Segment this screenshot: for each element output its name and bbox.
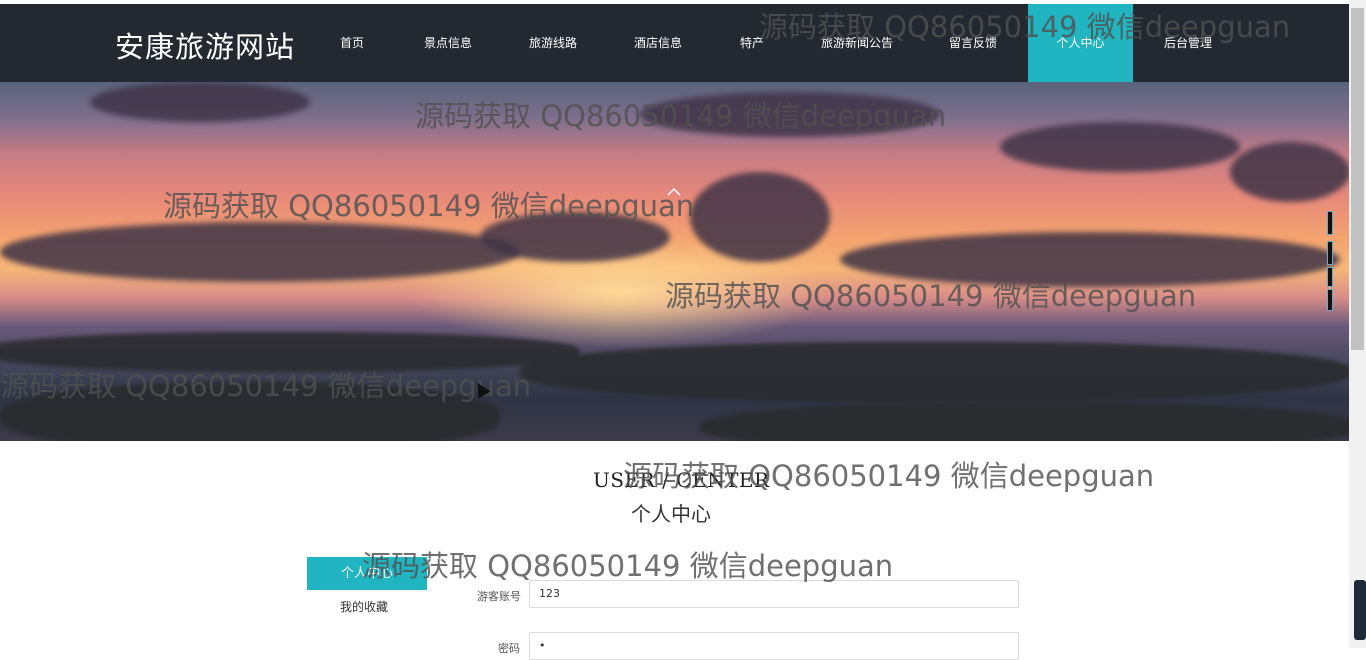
nav-item-hotels[interactable]: 酒店信息 [628, 4, 688, 82]
nav-item-scenic[interactable]: 景点信息 [418, 4, 478, 82]
field-label-password: 密码 [498, 642, 520, 655]
watermark-text: 源码获取 QQ86050149 微信deepguan [0, 369, 532, 403]
watermark-text: 源码获取 QQ86050149 微信deepguan [163, 189, 695, 223]
watermark-text: 源码获取 QQ86050149 微信deepguan [759, 10, 1291, 44]
cloud [1230, 142, 1349, 202]
indicator-bar [1327, 267, 1333, 287]
cloud [1000, 122, 1240, 172]
rock [520, 342, 1349, 402]
watermark-text: 源码获取 QQ86050149 微信deepguan [362, 549, 894, 583]
rock [700, 402, 1349, 441]
nav-item-routes[interactable]: 旅游线路 [523, 4, 583, 82]
watermark-text: 源码获取 QQ86050149 微信deepguan [415, 99, 947, 133]
site-logo[interactable]: 安康旅游网站 [115, 24, 295, 66]
floating-widget[interactable] [1354, 580, 1366, 640]
indicator-bar [1327, 241, 1333, 265]
sidebar-item-favorites[interactable]: 我的收藏 [340, 598, 388, 615]
password-field[interactable]: • [529, 632, 1019, 660]
watermark-text: 源码获取 QQ86050149 微信deepguan [623, 459, 1155, 493]
cloud [690, 172, 830, 262]
cloud [90, 82, 310, 122]
section-title-cn: 个人中心 [631, 502, 711, 526]
indicator-bar [1327, 211, 1333, 235]
field-label-account: 游客账号 [477, 590, 521, 603]
indicator-bar [1327, 289, 1333, 311]
nav-item-home[interactable]: 首页 [327, 4, 377, 82]
watermark-text: 源码获取 QQ86050149 微信deepguan [665, 279, 1197, 313]
scrollbar-thumb[interactable] [1351, 8, 1364, 350]
side-indicator-widget[interactable] [1324, 211, 1334, 311]
cloud [0, 222, 520, 282]
